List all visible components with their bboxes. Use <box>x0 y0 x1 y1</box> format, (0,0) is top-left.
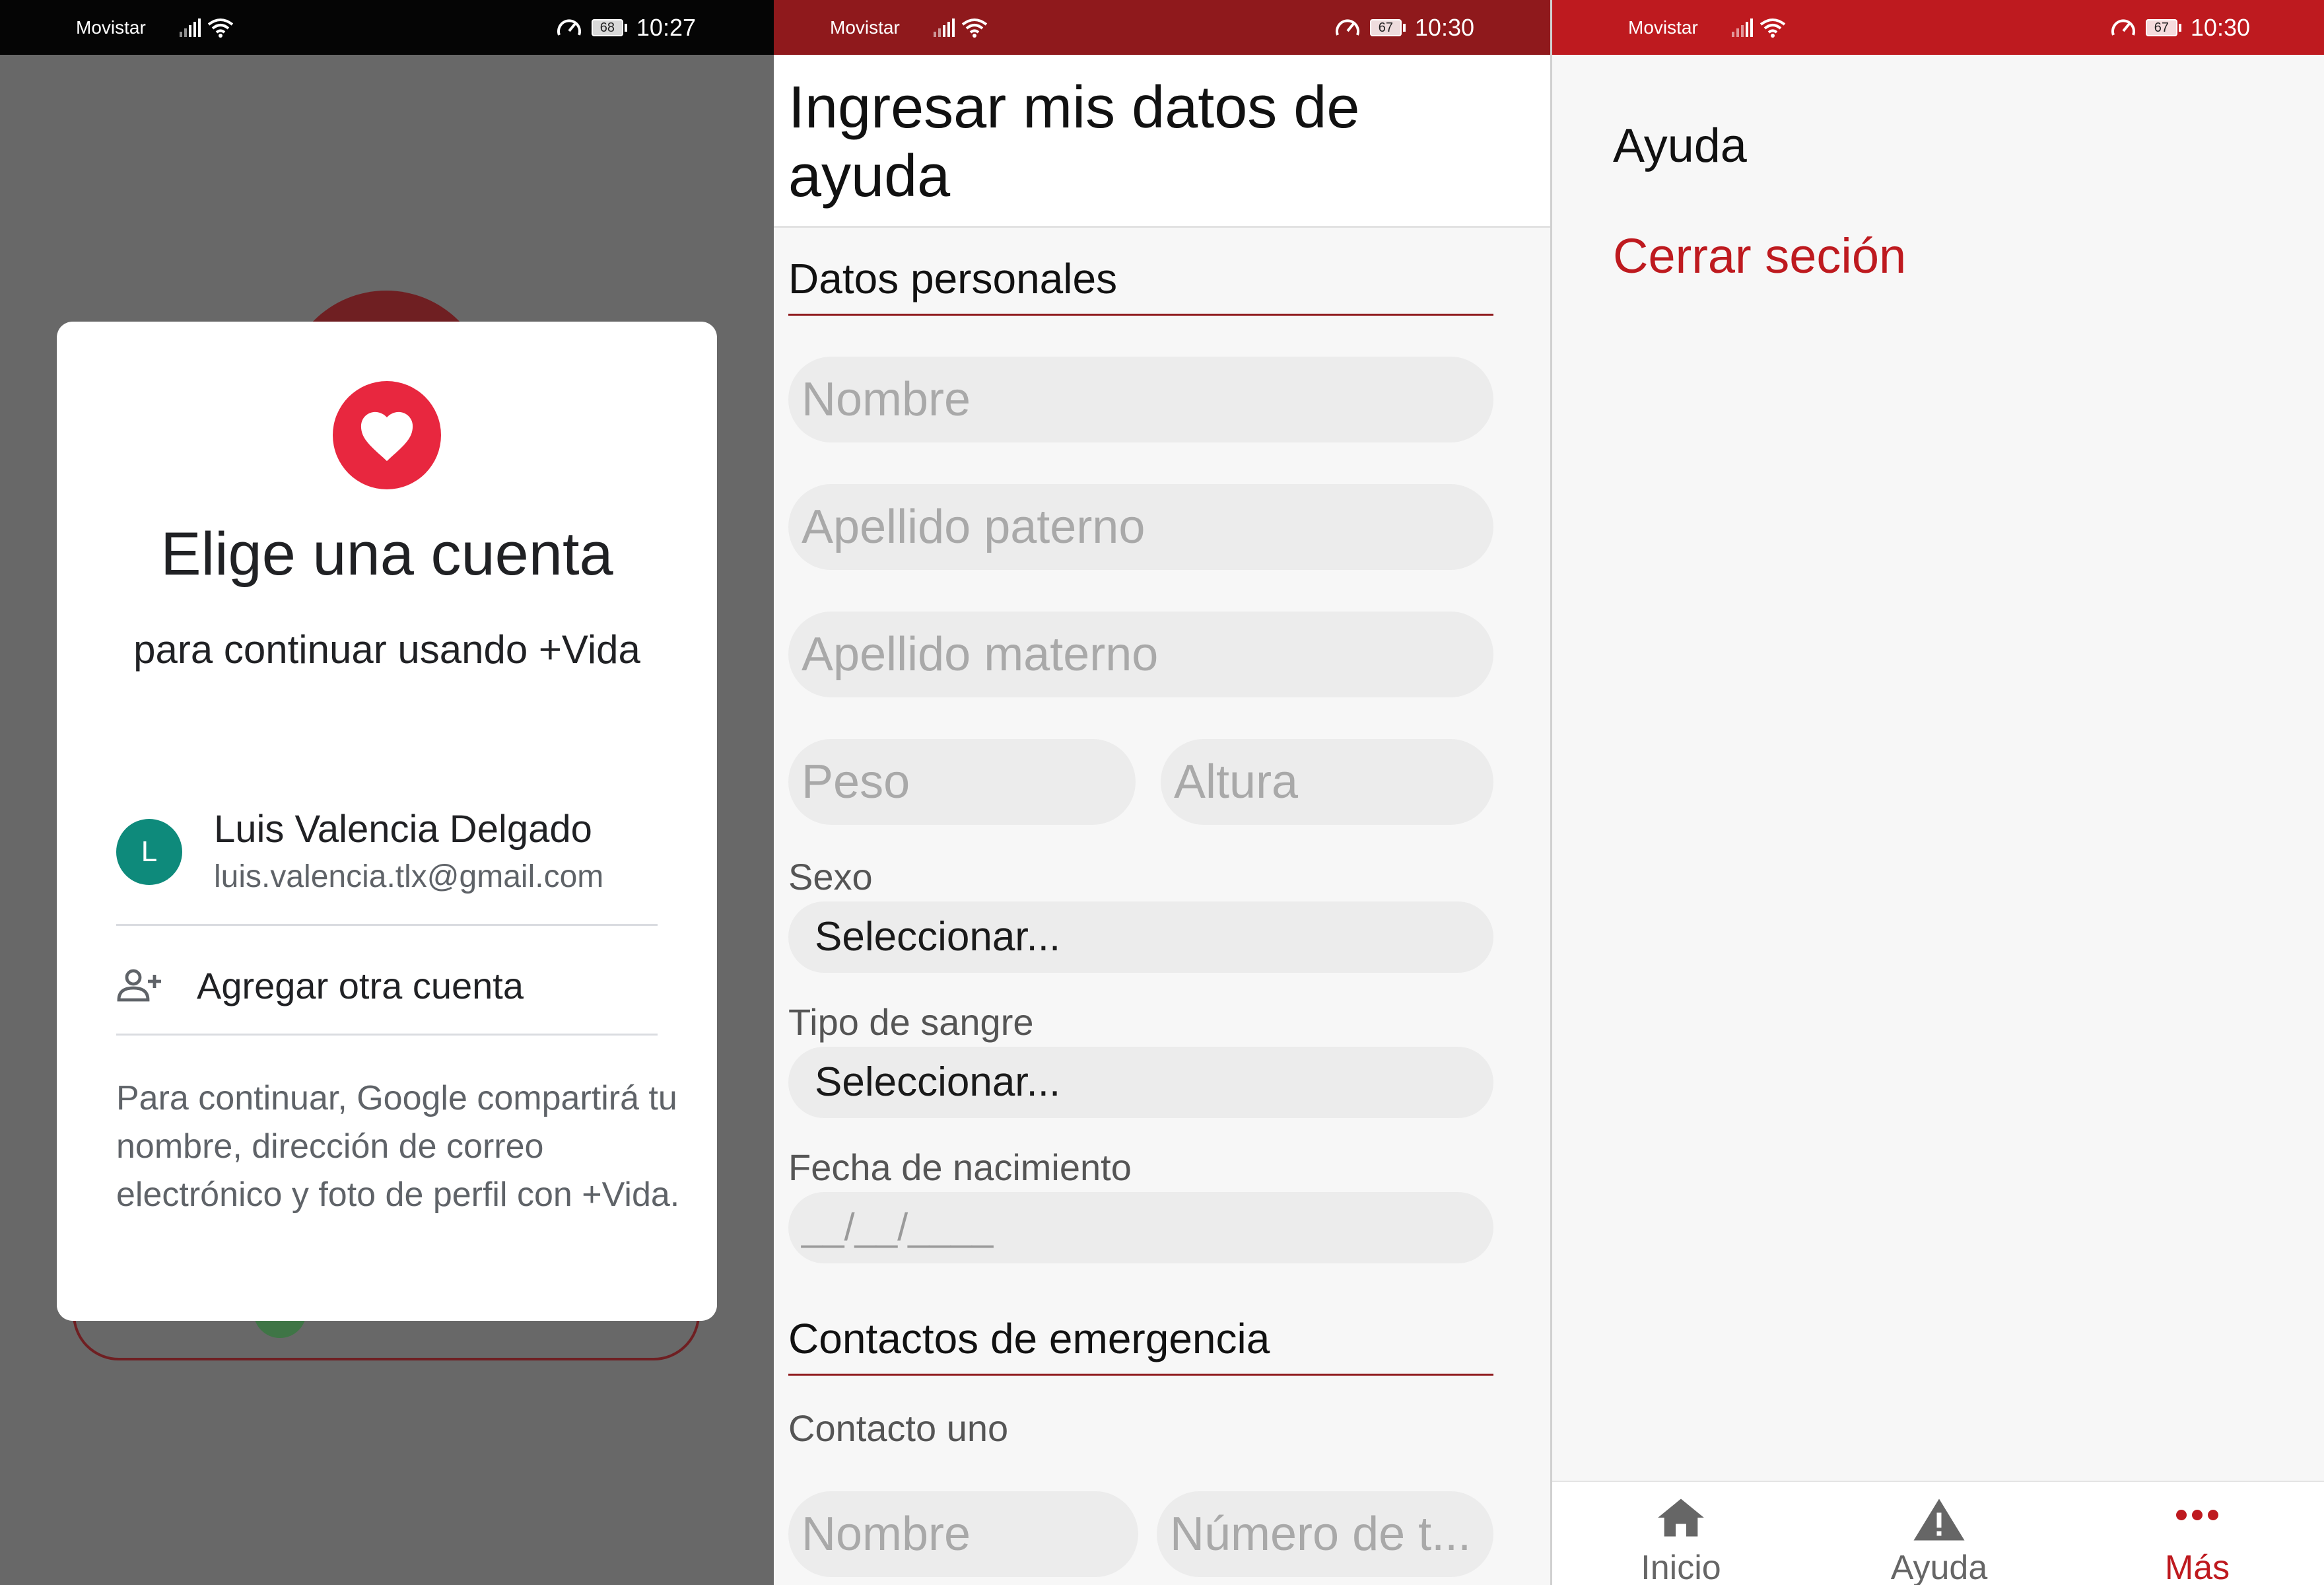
contact-one-label: Contacto uno <box>788 1407 1009 1449</box>
wifi-icon <box>207 18 234 38</box>
battery-icon: 68 <box>591 18 627 36</box>
tab-help-label: Ayuda <box>1890 1549 1988 1585</box>
signal-wifi-indicators <box>1717 18 1786 38</box>
signal-wifi-indicators <box>165 18 234 38</box>
height-input[interactable]: Altura <box>1161 739 1493 825</box>
battery-level: 67 <box>1369 18 1402 36</box>
tab-more-label: Más <box>2164 1549 2230 1585</box>
wifi-icon <box>961 18 988 38</box>
signal-icon <box>180 18 201 37</box>
warning-icon <box>1913 1498 1965 1541</box>
blood-type-label: Tipo de sangre <box>788 1001 1034 1043</box>
section-emergency-contacts: Contactos de emergencia <box>788 1314 1493 1376</box>
help-data-form-screen: Movistar 67 10:30 Ingresar mis datos de … <box>774 0 1550 1585</box>
account-name: Luis Valencia Delgado <box>214 808 592 851</box>
carrier-label: Movistar <box>830 17 900 38</box>
choose-account-dialog: Elige una cuenta para continuar usando +… <box>57 322 717 1321</box>
account-chooser-screen: Movistar 68 10:27 Elige una cuenta para … <box>0 0 774 1585</box>
contact-phone-input[interactable]: Número de t... <box>1157 1491 1493 1577</box>
paternal-surname-input[interactable]: Apellido paterno <box>788 484 1493 570</box>
divider <box>116 1034 658 1036</box>
blood-type-select[interactable]: Seleccionar... <box>788 1047 1493 1118</box>
add-account-label: Agregar otra cuenta <box>197 964 524 1006</box>
sex-select[interactable]: Seleccionar... <box>788 901 1493 973</box>
heart-icon <box>333 381 441 489</box>
page-title: Ingresar mis datos de ayuda <box>788 75 1360 209</box>
sex-label: Sexo <box>788 856 873 898</box>
add-person-icon <box>117 969 161 1002</box>
add-account-button[interactable]: Agregar otra cuenta <box>116 942 658 1028</box>
battery-level: 68 <box>591 18 623 36</box>
clock: 10:27 <box>636 13 696 41</box>
status-bar: Movistar 67 10:30 <box>774 0 1550 55</box>
maternal-surname-input[interactable]: Apellido materno <box>788 612 1493 697</box>
first-name-input[interactable]: Nombre <box>788 357 1493 442</box>
speed-icon <box>557 19 581 36</box>
more-dots-icon <box>2176 1510 2218 1520</box>
section-personal-data: Datos personales <box>788 254 1493 316</box>
tab-home[interactable]: Inicio <box>1552 1482 1810 1585</box>
tab-help[interactable]: Ayuda <box>1810 1482 2068 1585</box>
speed-icon <box>1335 19 1359 36</box>
carrier-label: Movistar <box>1628 17 1698 38</box>
menu-item-logout[interactable]: Cerrar seción <box>1613 228 1906 284</box>
battery-level: 67 <box>2145 18 2177 36</box>
tab-more[interactable]: Más <box>2068 1482 2324 1585</box>
signal-icon <box>934 18 955 37</box>
menu-item-help[interactable]: Ayuda <box>1613 119 1747 173</box>
tab-home-label: Inicio <box>1641 1549 1721 1585</box>
dialog-subtitle: para continuar usando +Vida <box>133 627 640 672</box>
account-email: luis.valencia.tlx@gmail.com <box>214 859 604 894</box>
dialog-title: Elige una cuenta <box>160 520 613 588</box>
birth-date-label: Fecha de nacimiento <box>788 1146 1132 1188</box>
avatar: L <box>116 819 182 885</box>
battery-icon: 67 <box>2145 18 2181 36</box>
carrier-label: Movistar <box>76 17 146 38</box>
account-item[interactable]: L Luis Valencia Delgado luis.valencia.tl… <box>116 807 658 919</box>
contact-name-input[interactable]: Nombre <box>788 1491 1138 1577</box>
clock: 10:30 <box>1414 13 1474 41</box>
wifi-icon <box>1760 18 1786 38</box>
speed-icon <box>2111 19 2135 36</box>
weight-input[interactable]: Peso <box>788 739 1136 825</box>
page-header: Ingresar mis datos de ayuda <box>774 55 1550 228</box>
status-bar: Movistar 67 10:30 <box>1552 0 2324 55</box>
status-bar: Movistar 68 10:27 <box>0 0 774 55</box>
more-menu-screen: Movistar 67 10:30 Ayuda Cerrar seción In… <box>1550 0 2324 1585</box>
privacy-note: Para continuar, Google compartirá tu nom… <box>116 1079 680 1214</box>
home-icon <box>1658 1498 1704 1537</box>
clock: 10:30 <box>2190 13 2250 41</box>
divider <box>116 924 658 926</box>
battery-icon: 67 <box>1369 18 1406 36</box>
signal-icon <box>1732 18 1753 37</box>
bottom-tab-bar: Inicio Ayuda Más <box>1552 1481 2324 1585</box>
birth-date-input[interactable]: __/__/____ <box>788 1192 1493 1263</box>
signal-wifi-indicators <box>919 18 988 38</box>
